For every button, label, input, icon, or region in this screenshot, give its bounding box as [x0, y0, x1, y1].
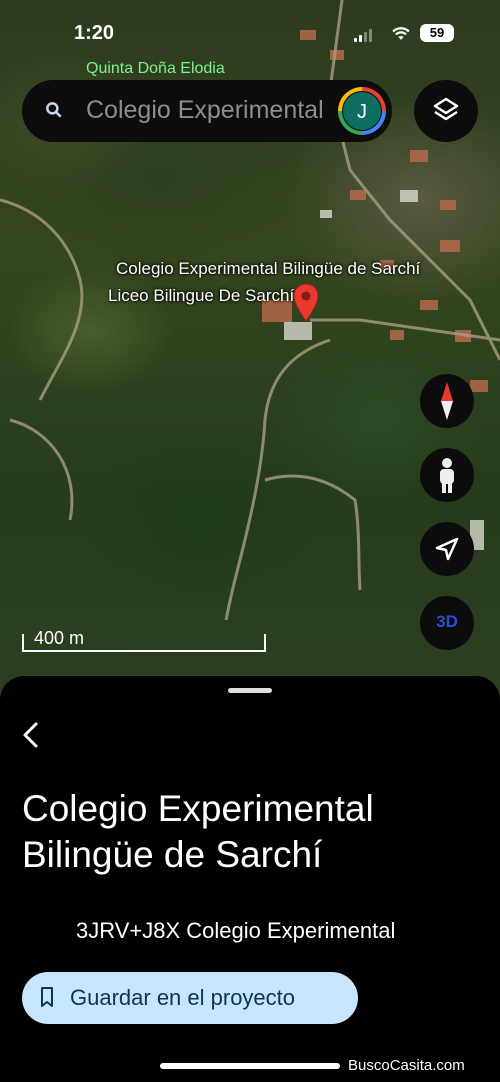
compass-icon: [441, 382, 453, 420]
status-bar: 1:20 59: [0, 0, 500, 60]
layers-icon: [433, 97, 459, 121]
save-to-project-button[interactable]: Guardar en el proyecto: [22, 972, 358, 1024]
home-indicator[interactable]: [160, 1063, 340, 1069]
watermark: BuscoCasita.com: [348, 1057, 465, 1074]
back-arrow-icon[interactable]: [18, 720, 44, 750]
compass-button[interactable]: [420, 374, 474, 428]
pegman-icon: [440, 458, 454, 493]
3d-toggle-button[interactable]: 3D: [420, 596, 474, 650]
wifi-icon: [392, 27, 410, 40]
place-title: Colegio Experimental Bilingüe de Sarchí: [22, 788, 374, 875]
avatar: J: [342, 91, 382, 131]
status-time: 1:20: [74, 22, 115, 44]
location-pin-icon[interactable]: [292, 283, 320, 323]
search-input[interactable]: Colegio Experimental: [86, 96, 336, 126]
battery-indicator: 59: [420, 24, 454, 42]
3d-label: 3D: [436, 612, 458, 631]
map-scale: 400 m: [22, 622, 266, 654]
place-details-sheet[interactable]: Colegio Experimental Bilingüe de Sarchí …: [0, 676, 500, 1082]
navigation-arrow-icon: [435, 537, 459, 561]
scale-line: [22, 650, 266, 652]
map-place-label-primary[interactable]: Colegio Experimental Bilingüe de Sarchí: [116, 259, 420, 279]
search-bar[interactable]: Colegio Experimental J: [22, 80, 392, 142]
save-button-label: Guardar en el proyecto: [70, 985, 296, 1010]
scale-label: 400 m: [34, 628, 85, 648]
bookmark-icon: [41, 987, 53, 1007]
layers-button[interactable]: [414, 80, 478, 142]
account-avatar-button[interactable]: J: [338, 87, 386, 135]
place-address: 3JRV+J8X Colegio Experimental: [76, 918, 396, 943]
my-location-button[interactable]: [420, 522, 474, 576]
street-view-button[interactable]: [420, 448, 474, 502]
search-icon: [46, 102, 62, 118]
cellular-signal-icon: [354, 28, 374, 42]
nearby-place-label[interactable]: Quinta Doña Elodia: [86, 60, 225, 78]
map-place-label-secondary[interactable]: Liceo Bilingue De Sarchí: [108, 286, 298, 306]
sheet-drag-handle[interactable]: [228, 688, 272, 693]
